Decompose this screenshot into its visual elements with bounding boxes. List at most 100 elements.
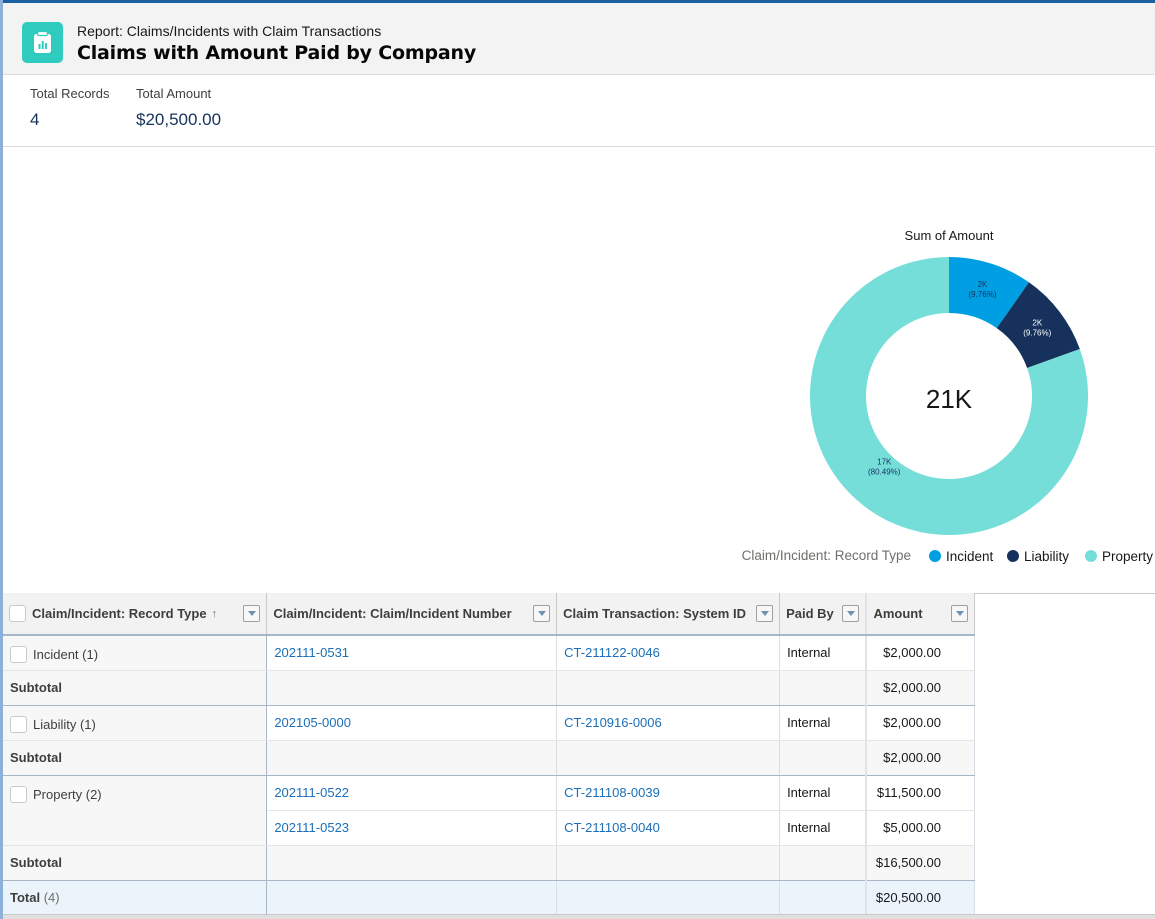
select-all-checkbox[interactable]	[9, 605, 26, 623]
chart-title: Sum of Amount	[905, 228, 994, 243]
subtotal-row: Subtotal $16,500.00	[3, 845, 976, 881]
column-menu-dropdown-icon[interactable]	[756, 605, 774, 622]
subtotal-row: Subtotal $2,000.00	[3, 670, 976, 706]
slice-percent-label: (9.76%)	[968, 290, 996, 299]
table-row: Liability (1) 202105-0000 CT-210916-0006…	[3, 705, 976, 741]
horizontal-scrollbar[interactable]	[3, 914, 1155, 919]
empty-cell	[556, 670, 781, 706]
group-label: Property (2)	[33, 786, 102, 802]
chart-center-total: 21K	[926, 384, 973, 414]
claim-number-link[interactable]: 202105-0000	[274, 715, 351, 730]
column-header-claim-number[interactable]: Claim/Incident: Claim/Incident Number	[266, 593, 558, 636]
empty-cell	[556, 880, 781, 916]
group-label: Liability (1)	[33, 716, 96, 732]
column-menu-dropdown-icon[interactable]	[842, 605, 860, 622]
subtotal-amount: $2,000.00	[865, 740, 976, 776]
row-checkbox[interactable]	[10, 715, 27, 733]
claim-number-link[interactable]: 202111-0522	[274, 785, 349, 800]
subtotal-label: Subtotal	[3, 845, 268, 881]
total-amount: $20,500.00	[865, 880, 976, 916]
system-id-link[interactable]: CT-211108-0040	[564, 820, 660, 835]
table-header-row: Claim/Incident: Record Type ↑ Claim/Incid…	[3, 593, 976, 636]
empty-cell	[556, 845, 781, 881]
system-id-cell: CT-211108-0040	[556, 810, 781, 846]
column-header-amount[interactable]: Amount	[865, 593, 976, 636]
column-menu-dropdown-icon[interactable]	[533, 605, 551, 622]
legend-swatch	[1085, 550, 1097, 562]
column-menu-dropdown-icon[interactable]	[951, 605, 968, 622]
table-row: Incident (1) 202111-0531 CT-211122-0046 …	[3, 635, 976, 671]
system-id-link[interactable]: CT-211108-0039	[564, 785, 660, 800]
amount-cell: $2,000.00	[865, 705, 976, 741]
row-checkbox[interactable]	[10, 785, 27, 803]
subtotal-amount: $16,500.00	[865, 845, 976, 881]
slice-value-label: 17K	[877, 458, 892, 467]
system-id-link[interactable]: CT-211122-0046	[564, 645, 660, 660]
total-label-cell: Total (4)	[3, 880, 268, 916]
sort-ascending-icon[interactable]: ↑	[212, 608, 218, 620]
report-summary: Total Records 4 Total Amount $20,500.00	[3, 75, 1155, 147]
empty-cell	[266, 670, 558, 706]
amount-cell: $5,000.00	[865, 810, 976, 846]
report-title: Claims with Amount Paid by Company	[77, 42, 477, 64]
subtotal-amount: $2,000.00	[865, 670, 976, 706]
claim-number-link[interactable]: 202111-0523	[274, 820, 349, 835]
column-header-record-type[interactable]: Claim/Incident: Record Type ↑	[3, 593, 268, 636]
amount-cell: $11,500.00	[865, 775, 976, 811]
legend-title: Claim/Incident: Record Type	[742, 548, 911, 563]
system-id-cell: CT-210916-0006	[556, 705, 781, 741]
summary-label: Total Amount	[136, 86, 212, 101]
column-header-system-id[interactable]: Claim Transaction: System ID	[556, 593, 781, 636]
system-id-link[interactable]: CT-210916-0006	[564, 715, 662, 730]
empty-cell	[266, 740, 558, 776]
summary-value: 4	[30, 110, 40, 129]
group-cell-property: Property (2)	[3, 775, 268, 846]
group-cell-liability: Liability (1)	[3, 705, 268, 741]
column-menu-dropdown-icon[interactable]	[243, 605, 261, 622]
slice-percent-label: (9.76%)	[1023, 329, 1051, 338]
column-label: Amount	[873, 606, 923, 621]
donut-chart: Sum of Amount 2K (9.76%) 2K (9.76%) 17K (80.4…	[3, 148, 1155, 593]
amount-cell: $2,000.00	[865, 635, 976, 671]
summary-value: $20,500.00	[136, 110, 222, 129]
report-icon	[22, 22, 63, 63]
empty-cell	[779, 740, 867, 776]
system-id-cell: CT-211108-0039	[556, 775, 781, 811]
paid-by-cell: Internal	[779, 705, 867, 741]
claim-number-link[interactable]: 202111-0531	[274, 645, 349, 660]
legend-item-incident[interactable]: Incident	[929, 549, 994, 564]
subtotal-label: Subtotal	[3, 740, 268, 776]
total-label: Total	[10, 890, 41, 905]
claim-number-cell: 202105-0000	[266, 705, 558, 741]
legend-swatch	[1007, 550, 1019, 562]
system-id-cell: CT-211122-0046	[556, 635, 781, 671]
report-header: Report: Claims/Incidents with Claim Tran…	[3, 3, 1155, 75]
table-row: Property (2) 202111-0522 CT-211108-0039 …	[3, 775, 976, 846]
subtotal-label: Subtotal	[3, 670, 268, 706]
report-type-subtitle: Report: Claims/Incidents with Claim Tran…	[77, 23, 382, 39]
report-table-wrapper: Claim/Incident: Record Type ↑ Claim/Incid…	[3, 593, 976, 916]
empty-cell	[556, 740, 781, 776]
claim-number-cell: 202111-0531	[266, 635, 558, 671]
column-label: Claim/Incident: Record Type	[32, 606, 207, 622]
empty-cell	[779, 670, 867, 706]
legend-label: Property	[1102, 549, 1153, 564]
paid-by-cell: Internal	[779, 775, 867, 811]
legend-item-property[interactable]: Property	[1085, 549, 1153, 564]
empty-cell	[779, 845, 867, 881]
paid-by-cell: Internal	[779, 810, 867, 846]
claim-number-cell: 202111-0523	[266, 810, 558, 846]
report-page: Report: Claims/Incidents with Claim Tran…	[3, 3, 1155, 919]
subtotal-row: Subtotal $2,000.00	[3, 740, 976, 776]
row-checkbox[interactable]	[10, 646, 27, 664]
chart-canvas: Sum of Amount 2K(9.76%)2K(9.76%)17K(80.4…	[742, 228, 1154, 564]
chart-legend: Incident Liability Property	[929, 549, 1153, 564]
column-header-paid-by[interactable]: Paid By	[779, 593, 867, 636]
grand-total-row: Total (4) $20,500.00	[3, 880, 976, 916]
legend-swatch	[929, 550, 941, 562]
legend-item-liability[interactable]: Liability	[1007, 549, 1069, 564]
empty-cell	[779, 880, 867, 916]
column-label: Claim/Incident: Claim/Incident Number	[273, 606, 512, 621]
summary-label: Total Records	[30, 86, 110, 101]
legend-label: Incident	[946, 549, 994, 564]
